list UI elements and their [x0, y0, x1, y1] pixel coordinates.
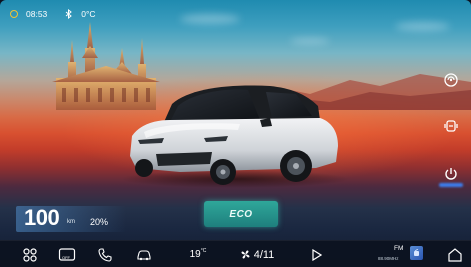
apps-grid-icon	[23, 247, 37, 262]
car-icon	[137, 249, 151, 260]
cloud	[180, 14, 240, 24]
sound-settings-icon	[444, 73, 458, 87]
home-icon	[448, 247, 462, 262]
fan-level: 4/11	[253, 248, 275, 261]
radio-art-icon	[414, 249, 419, 256]
vehicle-control-button[interactable]	[134, 241, 154, 267]
cabin-temp-unit: °C	[200, 247, 207, 254]
media-button[interactable]: OFF	[56, 241, 78, 267]
phone-button[interactable]	[96, 241, 114, 267]
power-button[interactable]	[441, 164, 461, 184]
cloud	[395, 22, 450, 31]
outside-temperature: 0°C	[81, 9, 96, 19]
home-button[interactable]	[446, 241, 464, 267]
status-time: 08:53	[26, 9, 48, 19]
screen: 08:53 0°C 100 km 20% ECO OFF 19 °C 4/11 …	[0, 0, 471, 267]
sound-settings-button[interactable]	[441, 70, 461, 90]
status-bar: 08:53 0°C	[10, 7, 96, 21]
cabin-temp-value: 19	[189, 249, 201, 260]
vehicle-illustration	[130, 85, 338, 185]
status-dot-icon	[10, 10, 18, 18]
radio-frequency: 88.90MHz	[378, 256, 399, 261]
media-off-label: OFF	[62, 255, 70, 260]
bluetooth-icon	[65, 9, 73, 19]
play-button[interactable]	[310, 241, 324, 267]
play-icon	[312, 248, 322, 261]
battery-percent: 20%	[90, 217, 109, 227]
radio-widget[interactable]	[410, 246, 423, 260]
fan-icon	[241, 250, 250, 259]
cloud	[290, 38, 330, 44]
cabin-temperature[interactable]: 19 °C	[186, 241, 210, 267]
fan-control[interactable]: 4/11	[228, 241, 286, 267]
range-value: 100	[24, 205, 60, 230]
phone-icon	[98, 247, 112, 262]
seat-button[interactable]	[441, 116, 461, 136]
seat-icon	[444, 120, 458, 132]
apps-button[interactable]	[20, 241, 40, 267]
range-unit: km	[67, 219, 75, 225]
radio-band: FM	[394, 245, 404, 252]
eco-mode-label: ECO	[229, 208, 253, 220]
power-icon	[445, 168, 457, 180]
eco-mode-button[interactable]: ECO	[204, 201, 278, 227]
